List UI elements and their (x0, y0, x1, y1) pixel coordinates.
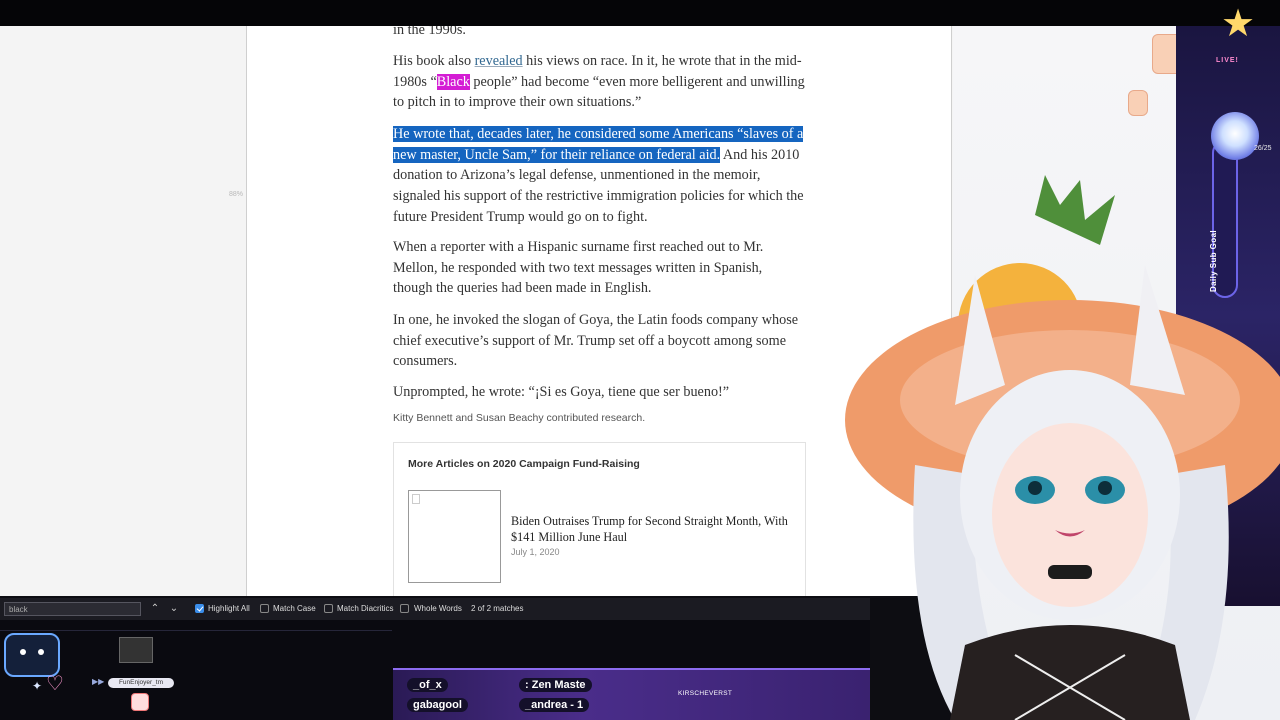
match-diacritics-label[interactable]: Match Diacritics (337, 604, 393, 613)
article-fragment-top: in the 1990s. (393, 26, 466, 38)
research-credit: Kitty Bennett and Susan Beachy contribut… (393, 412, 646, 424)
play-arrow-icon: ▶▶ (92, 677, 105, 686)
ticker-item-3: gabagool (407, 698, 468, 712)
stream-overlay-bottom: ♡ ✦ ▶▶ FunEnjoyer_tm _of_x : Zen Maste g… (0, 620, 870, 720)
more-articles-box: More Articles on 2020 Campaign Fund-Rais… (393, 442, 806, 596)
match-diacritics-checkbox[interactable] (324, 604, 333, 613)
ticker-item-1: _of_x (407, 678, 448, 692)
related-article-date: July 1, 2020 (511, 547, 560, 557)
chat-username: FunEnjoyer_tm (108, 678, 174, 688)
heart-icon: ♡ (46, 673, 64, 695)
p1-text-start: His book also (393, 53, 475, 69)
match-case-checkbox[interactable] (260, 604, 269, 613)
mascot-eye-left (20, 649, 26, 655)
article-paragraph-1: His book also revealed his views on race… (393, 51, 805, 113)
chevron-down-icon[interactable]: ⌄ (167, 601, 181, 616)
article-paragraph-5: Unprompted, he wrote: “¡Si es Goya, tien… (393, 384, 730, 400)
event-ticker: _of_x : Zen Maste gabagool _andrea - 1 K… (393, 668, 870, 720)
find-bar: ⌃ ⌄ Highlight All Match Case Match Diacr… (0, 598, 870, 620)
vtuber-avatar (845, 175, 1280, 720)
sub-goal-count: 26/25 (1254, 145, 1272, 152)
match-case-label[interactable]: Match Case (273, 604, 316, 613)
broken-image-icon (412, 494, 420, 504)
whole-words-checkbox[interactable] (400, 604, 409, 613)
ticker-item-2: : Zen Maste (519, 678, 592, 692)
whole-words-label[interactable]: Whole Words (414, 604, 462, 613)
lantern-decoration-small (1128, 90, 1148, 116)
more-articles-title: More Articles on 2020 Campaign Fund-Rais… (408, 458, 640, 470)
related-article-headline[interactable]: Biden Outraises Trump for Second Straigh… (511, 514, 791, 545)
article-paragraph-2: He wrote that, decades later, he conside… (393, 124, 805, 228)
sparkle-icon: ✦ (32, 679, 43, 693)
find-input[interactable] (4, 602, 141, 616)
webcam-frame: ♡ ✦ ▶▶ FunEnjoyer_tm (0, 630, 392, 720)
ticker-channel-tag: KIRSCHEVERST (678, 690, 733, 697)
highlight-all-label[interactable]: Highlight All (208, 604, 250, 613)
mascot-eye-right (38, 649, 44, 655)
live-badge: LIVE! (1216, 57, 1239, 64)
ticker-item-4: _andrea - 1 (519, 698, 590, 712)
article-thumbnail[interactable] (408, 490, 501, 583)
article-paragraph-4: In one, he invoked the slogan of Goya, t… (393, 312, 799, 370)
top-bar (0, 0, 1280, 26)
chat-avatar-thumbnail (119, 637, 153, 663)
revealed-link[interactable]: revealed (475, 53, 523, 69)
star-icon: ★ (1220, 3, 1256, 45)
cup-icon (131, 693, 149, 711)
goal-orb-icon (1211, 112, 1259, 160)
find-result-count: 2 of 2 matches (471, 604, 524, 613)
chevron-up-icon[interactable]: ⌃ (148, 601, 162, 616)
highlight-all-checkbox[interactable] (195, 604, 204, 613)
zoom-indicator: 88% (229, 191, 244, 198)
find-match-highlight: Black (436, 73, 470, 90)
article-paragraph-3: When a reporter with a Hispanic surname … (393, 239, 764, 297)
